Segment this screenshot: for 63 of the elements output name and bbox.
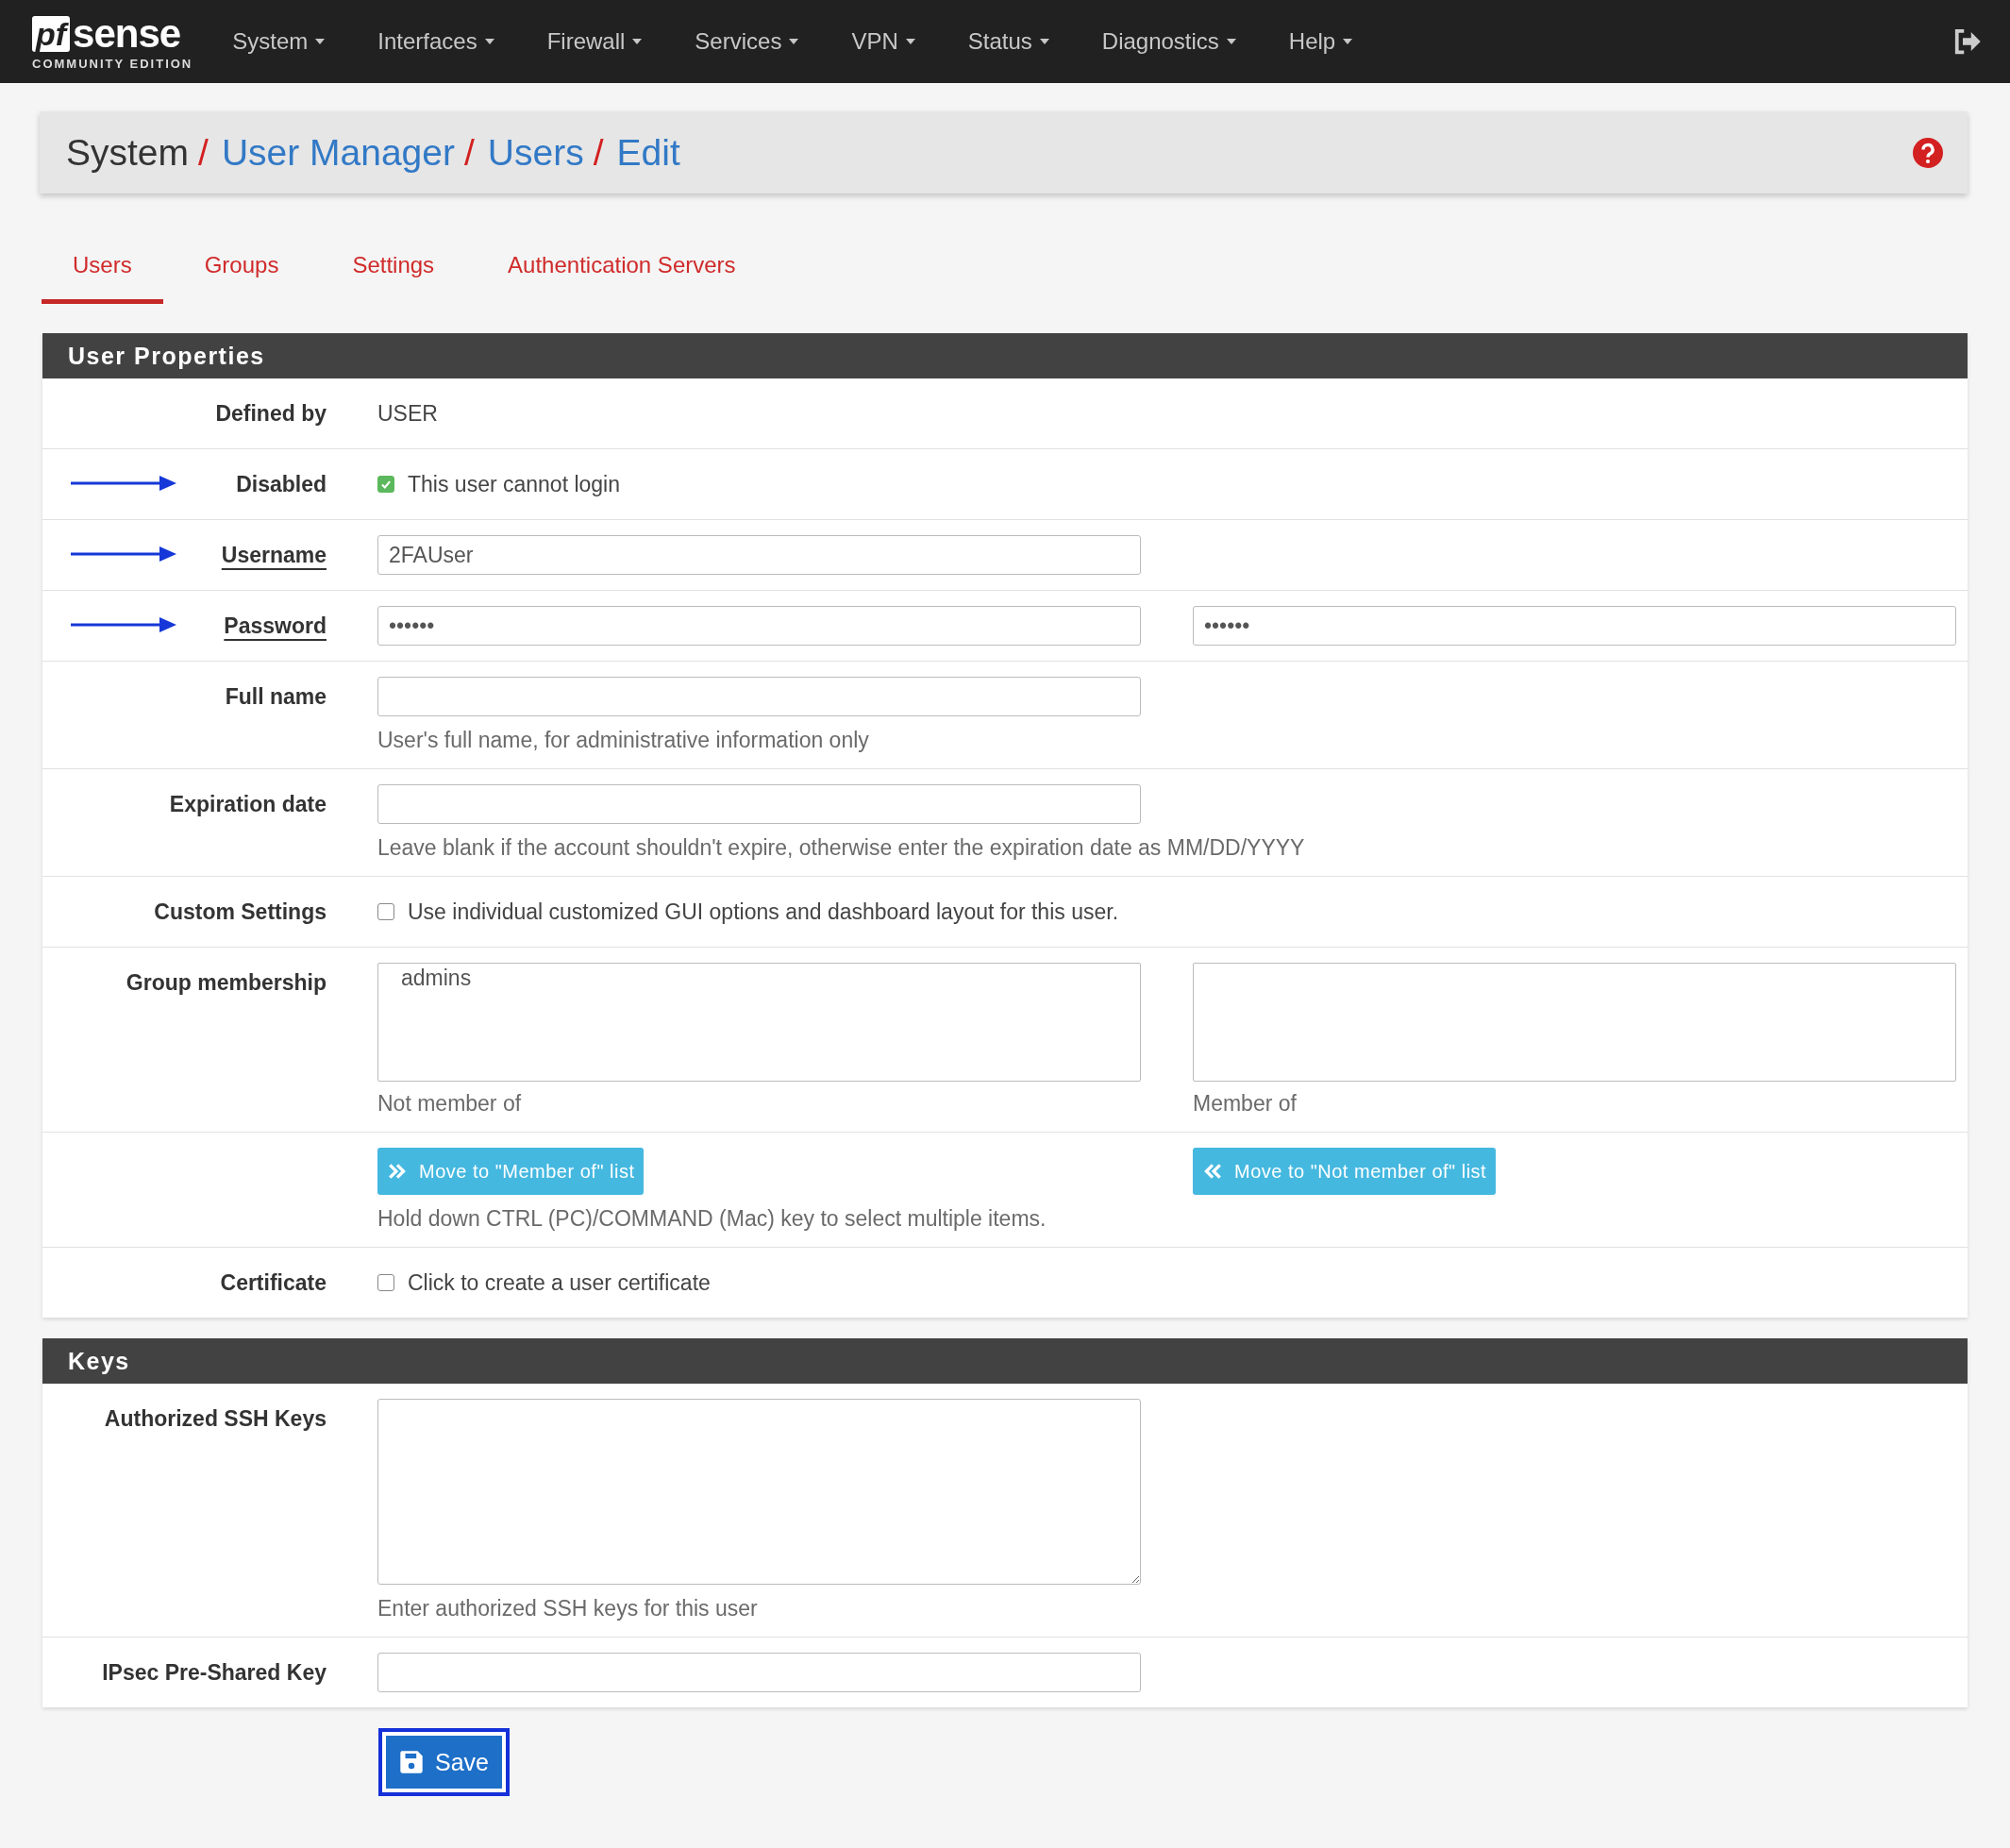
field-label: Authorized SSH Keys [104,1405,327,1433]
tab[interactable]: Settings [320,246,467,304]
input-field[interactable]: 2FAUser [377,535,1141,575]
nav-menu[interactable]: Help [1288,28,1353,55]
nav-menu[interactable]: Diagnostics [1101,28,1236,55]
nav-menu[interactable]: Services [695,28,799,55]
nav-menu[interactable]: System [232,28,326,55]
help-text: Enter authorized SSH keys for this user [377,1596,759,1621]
nav-menu[interactable]: Status [967,28,1049,55]
input-field[interactable]: •••••• [377,606,1141,646]
panel-heading: User Properties [42,333,1968,378]
logout-icon[interactable] [1953,28,1982,55]
help-text: Hold down CTRL (PC)/COMMAND (Mac) key to select multiple items. [377,1206,1047,1232]
list-caption: Member of [1193,1091,1297,1117]
nav-menu[interactable]: VPN [851,28,915,55]
textarea-field[interactable] [377,1399,1141,1585]
checkbox[interactable] [377,476,394,493]
breadcrumb-separator: / [464,131,475,174]
double-chevron-right-icon [387,1163,408,1180]
tab[interactable]: Users [42,246,163,304]
logo-wordmark: sense [73,12,181,55]
help-text: Leave blank if the account shouldn't expire, otherwise enter the expiration date as MM/DD/YYYY [377,835,1306,861]
field-label: Full name [225,683,327,711]
list-caption: Not member of [377,1091,522,1117]
logo[interactable]: pf sense COMMUNITY EDITION [32,12,193,71]
breadcrumb-separator: / [198,131,209,174]
checkbox[interactable] [377,1274,394,1291]
help-icon[interactable] [1913,137,1943,168]
input-field[interactable]: •••••• [1193,606,1956,646]
field-label: Expiration date [169,791,327,818]
field-label: Defined by [215,400,327,428]
checkbox-label: This user cannot login [408,471,620,497]
field-label: IPsec Pre-Shared Key [102,1659,327,1687]
list-option[interactable]: admins [401,966,1117,991]
breadcrumb-text: System [66,131,190,174]
field-label: Group membership [126,969,327,997]
input-field[interactable] [377,677,1141,716]
field-label: Custom Settings [154,899,327,926]
checkbox[interactable] [377,903,394,920]
field-label: Disabled [236,471,327,498]
checkbox-label: Click to create a user certificate [408,1269,711,1296]
checkbox-label: Use individual customized GUI options and dashboard layout for this user. [408,899,1119,925]
tab[interactable]: Groups [172,246,311,304]
breadcrumb-link[interactable]: Users [487,131,584,174]
double-chevron-left-icon [1202,1163,1223,1180]
save-button[interactable]: Save [378,1728,510,1796]
nav-menu[interactable]: Firewall [546,28,643,55]
field-label: Username [221,542,327,569]
nav-menu[interactable]: Interfaces [377,28,494,55]
listbox[interactable]: admins [377,963,1141,1082]
panel-heading: Keys [42,1338,1968,1384]
input-field[interactable] [377,1653,1141,1692]
field-label: Password [224,613,327,640]
breadcrumb-link[interactable]: Edit [616,131,680,174]
logo-subtitle: COMMUNITY EDITION [32,56,193,71]
help-text: User's full name, for administrative information only [377,728,870,753]
field-value: USER [377,400,439,427]
field-label: Certificate [220,1269,327,1297]
logo-mark: pf [32,15,71,52]
breadcrumb-separator: / [593,131,604,174]
breadcrumb-link[interactable]: User Manager [221,131,455,174]
input-field[interactable] [377,784,1141,824]
tab[interactable]: Authentication Servers [476,246,768,304]
